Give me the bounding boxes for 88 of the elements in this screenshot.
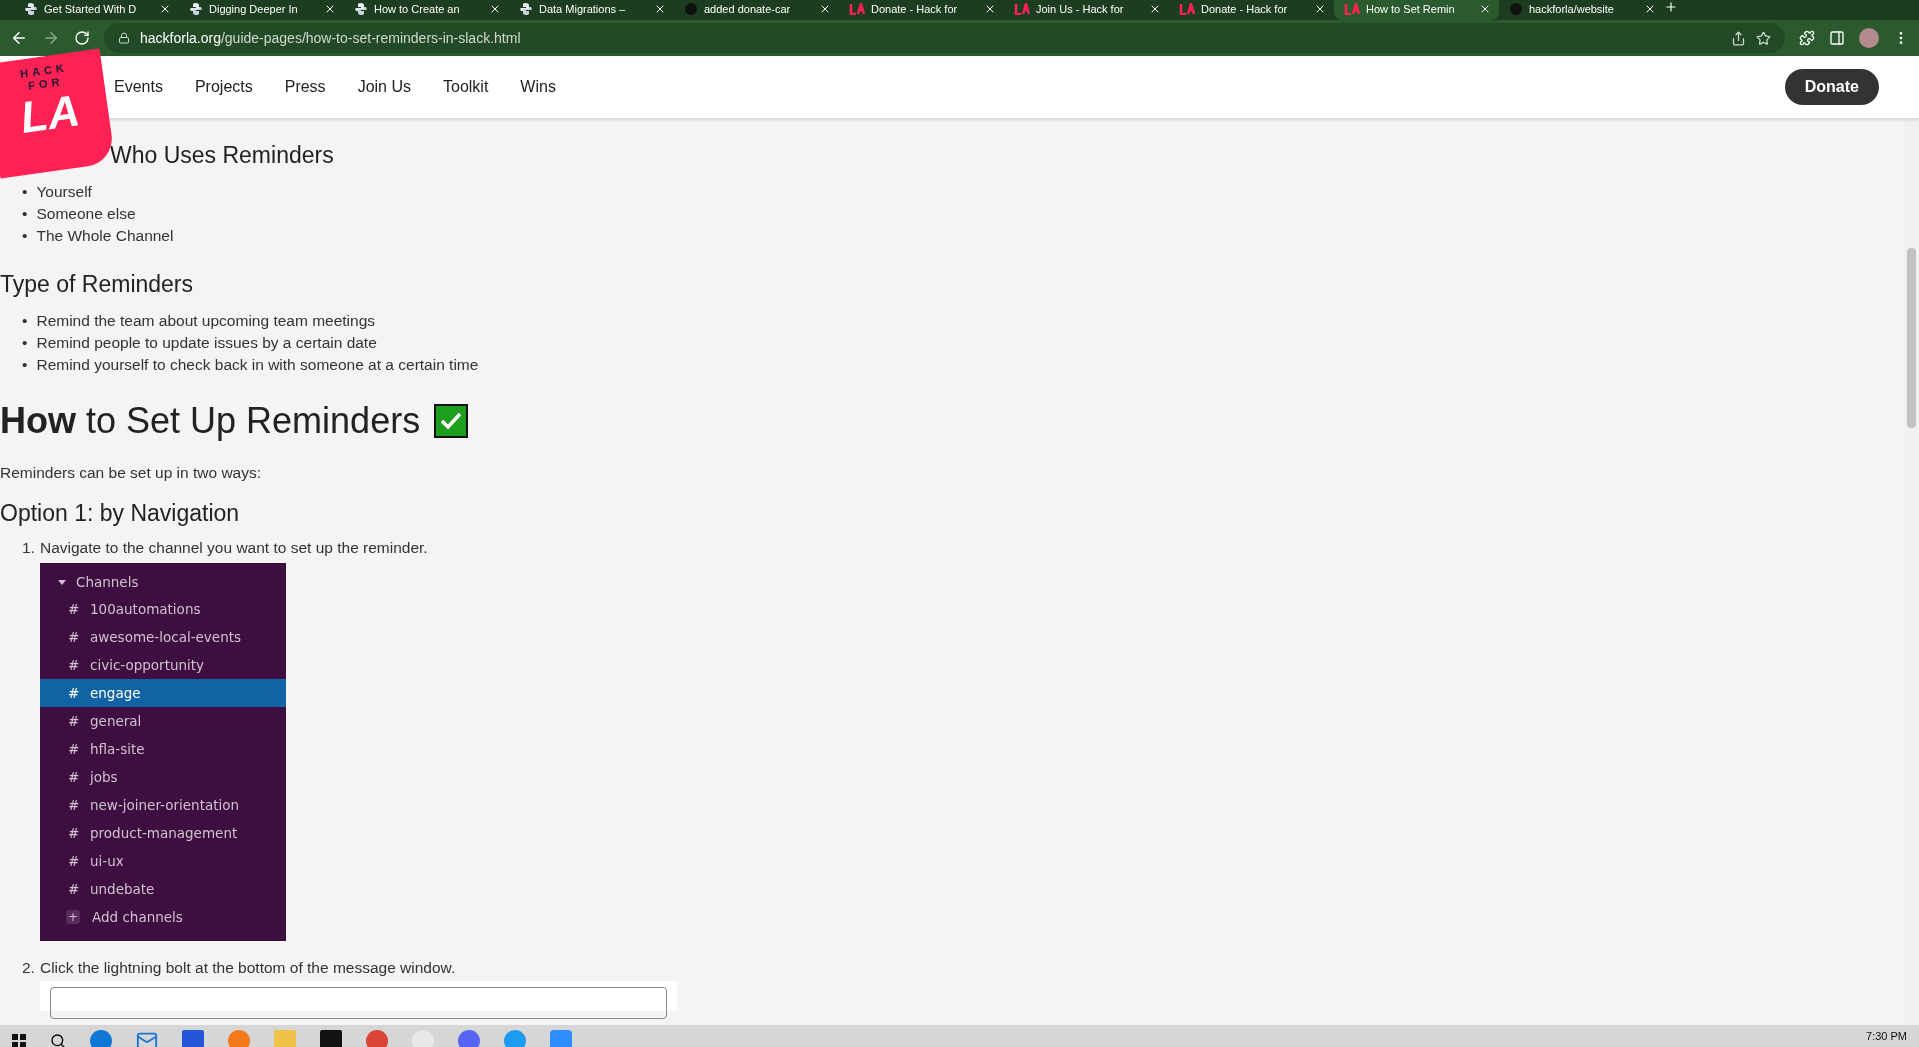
python-icon: [24, 2, 38, 16]
caret-icon[interactable]: [58, 578, 66, 586]
hackforla-icon: [849, 3, 865, 15]
browser-tab[interactable]: Donate - Hack for: [1169, 0, 1334, 20]
list-item: Remind the team about upcoming team meetings: [36, 311, 376, 331]
list-item: Yourself: [36, 182, 92, 202]
bookmark-star-icon[interactable]: [1756, 30, 1771, 46]
section-heading: Type of Reminders: [0, 271, 195, 298]
close-icon[interactable]: [1314, 3, 1326, 15]
channel-item[interactable]: # engage: [40, 679, 286, 707]
close-icon[interactable]: [819, 3, 831, 15]
close-icon[interactable]: [1644, 3, 1656, 15]
python-icon: [519, 2, 533, 16]
channel-item[interactable]: # civic-opportunity: [40, 651, 286, 679]
page-heading: How to Set Up Reminders: [0, 400, 421, 442]
browser-tab[interactable]: Data Migrations –: [509, 0, 674, 20]
browser-tab[interactable]: Digging Deeper In: [179, 0, 344, 20]
bullet: •: [22, 182, 28, 202]
close-icon[interactable]: [159, 3, 171, 15]
paragraph: Reminders can be set up in two ways:: [0, 464, 263, 482]
hackforla-icon: [1179, 3, 1195, 15]
back-icon[interactable]: [10, 29, 28, 47]
channel-item[interactable]: # hfla-site: [40, 735, 286, 763]
add-channels-item[interactable]: + Add channels: [40, 903, 286, 931]
bullet: •: [22, 311, 28, 331]
step-text: Navigate to the channel you want to set up the reminder.: [39, 539, 428, 557]
section-heading: Who Uses Reminders: [109, 142, 335, 169]
new-tab-icon[interactable]: [1664, 0, 1678, 14]
python-icon: [189, 2, 203, 16]
close-icon[interactable]: [324, 3, 336, 15]
clock-time: 7:30 PM: [1866, 1030, 1907, 1042]
close-icon[interactable]: [1149, 3, 1161, 15]
close-icon[interactable]: [489, 3, 501, 15]
donate-button[interactable]: Donate: [1784, 69, 1879, 105]
browser-tab[interactable]: How to Set Remin: [1334, 0, 1499, 20]
reload-icon[interactable]: [74, 30, 90, 46]
step-number: 1.: [22, 539, 35, 557]
close-icon[interactable]: [654, 3, 666, 15]
channel-item[interactable]: # undebate: [40, 875, 286, 903]
hackforla-icon: [1014, 3, 1030, 15]
channel-item[interactable]: # ui-ux: [40, 847, 286, 875]
url-text: hackforla.org/guide-pages/how-to-set-reminders-in-slack.html: [140, 30, 521, 46]
side-panel-icon[interactable]: [1829, 30, 1845, 46]
list-item: Someone else: [36, 204, 136, 224]
search-icon[interactable]: [50, 1033, 66, 1047]
avatar-icon[interactable]: [1859, 28, 1879, 48]
list-item: Remind people to update issues by a certain date: [36, 333, 377, 353]
bullet: •: [22, 226, 28, 246]
section-heading: Option 1: by Navigation: [0, 500, 241, 527]
list-item: Remind yourself to check back in with someone at a certain time: [36, 355, 479, 375]
browser-tab[interactable]: Donate - Hack for: [839, 0, 1004, 20]
browser-tab[interactable]: How to Create an: [344, 0, 509, 20]
channel-item[interactable]: # 100automations: [40, 595, 286, 623]
channel-item[interactable]: # general: [40, 707, 286, 735]
close-icon[interactable]: [1479, 3, 1491, 15]
scroll-thumb[interactable]: [1907, 248, 1916, 428]
nav-link[interactable]: Press: [284, 78, 326, 96]
close-icon[interactable]: [984, 3, 996, 15]
address-bar[interactable]: hackforla.org/guide-pages/how-to-set-reminders-in-slack.html: [104, 23, 1785, 53]
channel-item[interactable]: # jobs: [40, 763, 286, 791]
hackforla-icon: [1344, 3, 1360, 15]
extensions-icon[interactable]: [1799, 30, 1815, 46]
python-icon: [354, 2, 368, 16]
browser-tab[interactable]: Get Started With D: [14, 0, 179, 20]
forward-icon[interactable]: [42, 29, 60, 47]
browser-tab[interactable]: added donate-car: [674, 0, 839, 20]
nav-link[interactable]: Join Us: [357, 78, 411, 96]
channel-item[interactable]: # awesome-local-events: [40, 623, 286, 651]
windows-start-icon[interactable]: [12, 1034, 26, 1047]
channels-header: Channels: [76, 574, 139, 590]
browser-tab[interactable]: hackforla/website: [1499, 0, 1664, 20]
bullet: •: [22, 333, 28, 353]
lock-icon: [118, 32, 130, 44]
browser-tab[interactable]: Join Us - Hack for: [1004, 0, 1169, 20]
nav-link[interactable]: Events: [114, 78, 163, 96]
nav-link[interactable]: Wins: [520, 78, 556, 96]
mail-icon[interactable]: [136, 1030, 158, 1047]
list-item: The Whole Channel: [36, 226, 174, 246]
step-number: 2.: [22, 959, 35, 977]
channel-item[interactable]: # new-joiner-orientation: [40, 791, 286, 819]
bullet: •: [22, 204, 28, 224]
bullet: •: [22, 355, 28, 375]
share-icon[interactable]: [1731, 30, 1746, 46]
channel-item[interactable]: # product-management: [40, 819, 286, 847]
nav-link[interactable]: Toolkit: [443, 78, 489, 96]
step-text: Click the lightning bolt at the bottom of the message window.: [39, 959, 456, 977]
nav-link[interactable]: Projects: [194, 78, 253, 96]
scrollbar[interactable]: [1904, 118, 1919, 1025]
